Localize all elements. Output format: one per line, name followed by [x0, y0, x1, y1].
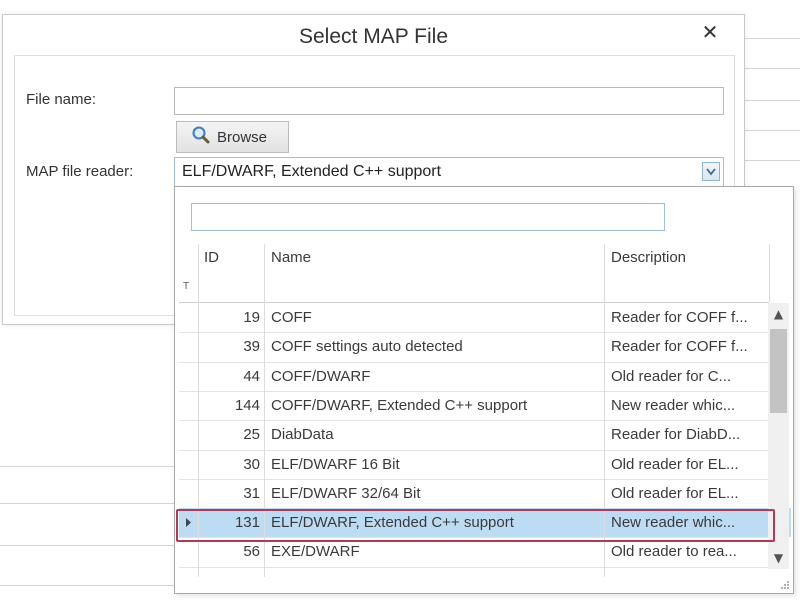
row-description-cell: Old reader for C... [611, 367, 732, 385]
row-name-cell: COFF settings auto detected [271, 338, 463, 356]
magnifier-icon [191, 125, 211, 149]
file-name-label: File name: [26, 91, 97, 108]
row-indicator-cell [179, 391, 198, 420]
row-name-cell: COFF/DWARF, Extended C++ support [271, 396, 528, 414]
background-line [0, 466, 176, 467]
row-divider [179, 566, 769, 568]
row-indicator-cell [179, 362, 198, 391]
scroll-up-button[interactable]: ▲ [768, 305, 789, 323]
triangle-right-icon [186, 518, 191, 528]
grid-header-row: ID Name Description [179, 244, 791, 272]
map-file-reader-label: MAP file reader: [26, 163, 134, 180]
scroll-down-button[interactable]: ▼ [768, 549, 789, 567]
filter-cell-id[interactable] [198, 272, 265, 302]
table-row[interactable]: 44 COFF/DWARF Old reader for C... [179, 362, 791, 391]
grid-vline [604, 244, 605, 577]
dropdown-search-input[interactable] [191, 203, 665, 231]
row-id-cell: 30 [243, 455, 260, 473]
row-id-cell: 44 [243, 367, 260, 385]
column-header-name[interactable]: Name [271, 244, 604, 272]
filter-cell-description[interactable] [605, 272, 769, 302]
close-button[interactable]: ✕ [698, 19, 722, 45]
table-row[interactable]: 144 COFF/DWARF, Extended C++ support New r… [179, 391, 791, 420]
header-indicator-cell [179, 244, 198, 272]
table-row[interactable]: 56 EXE/DWARF Old reader to rea... [179, 537, 791, 566]
table-row[interactable]: 25 DiabData Reader for DiabD... [179, 420, 791, 449]
row-description-cell: Reader for DiabD... [611, 426, 741, 444]
grid-vline [264, 244, 265, 577]
row-name-cell: ELF/DWARF 32/64 Bit [271, 484, 421, 502]
table-row[interactable]: 31 ELF/DWARF 32/64 Bit Old reader for EL..… [179, 479, 791, 508]
row-id-cell: 144 [234, 396, 260, 414]
table-row[interactable]: 39 COFF settings auto detected Reader for … [179, 332, 791, 361]
scroll-thumb[interactable] [770, 329, 787, 413]
file-name-input[interactable] [174, 87, 724, 115]
row-description-cell: New reader whic... [611, 514, 736, 532]
row-id-cell: 25 [243, 426, 260, 444]
background-line [745, 100, 800, 101]
row-indicator-cell [179, 303, 198, 332]
background-line [745, 160, 800, 161]
background-line [0, 585, 176, 586]
grid-vline [198, 244, 199, 577]
grid-filter-row: T [179, 272, 791, 302]
row-id-cell: 56 [243, 543, 260, 561]
browse-button[interactable]: Browse [176, 121, 289, 153]
row-indicator-cell [179, 479, 198, 508]
row-indicator-cell [179, 420, 198, 449]
row-description-cell: Old reader to rea... [611, 543, 737, 561]
table-row[interactable]: 19 COFF Reader for COFF f... [179, 303, 791, 332]
row-name-cell: COFF [271, 309, 312, 326]
row-id-cell: 19 [243, 309, 260, 326]
row-indicator-cell [179, 537, 198, 566]
filter-icon[interactable]: T [183, 272, 197, 302]
row-description-cell: Old reader for EL... [611, 455, 739, 473]
table-row[interactable]: 131 ELF/DWARF, Extended C++ support New re… [179, 508, 791, 538]
resize-grip-icon[interactable] [780, 580, 790, 590]
map-file-reader-select[interactable]: ELF/DWARF, Extended C++ support [174, 157, 724, 187]
row-indicator-cell [179, 450, 198, 479]
background-line [745, 68, 800, 69]
column-header-id[interactable]: ID [204, 244, 264, 272]
background-line [0, 503, 176, 504]
row-name-cell: EXE/DWARF [271, 543, 360, 561]
row-name-cell: DiabData [271, 426, 334, 444]
row-description-cell: Reader for COFF f... [611, 338, 748, 356]
row-indicator-cell [179, 332, 198, 361]
dialog-title: Select MAP File [299, 25, 448, 48]
filter-cell-name[interactable] [265, 272, 605, 302]
background-line [745, 130, 800, 131]
map-file-reader-value: ELF/DWARF, Extended C++ support [182, 163, 442, 180]
browse-button-label: Browse [217, 128, 268, 146]
row-id-cell: 131 [234, 514, 260, 532]
row-name-cell: ELF/DWARF 16 Bit [271, 455, 400, 473]
reader-dropdown-popup: ID Name Description T 19 COFF Reader for C… [174, 186, 794, 594]
row-description-cell: New reader whic... [611, 396, 736, 414]
row-name-cell: COFF/DWARF [271, 367, 371, 385]
background-line [0, 545, 176, 546]
row-id-cell: 31 [243, 484, 260, 502]
reader-grid: ID Name Description T 19 COFF Reader for C… [179, 244, 791, 577]
chevron-down-icon[interactable] [702, 162, 720, 181]
grid-vline [769, 244, 770, 302]
column-header-description[interactable]: Description [611, 244, 769, 272]
grid-scrollbar[interactable]: ▲ ▼ [768, 303, 789, 569]
row-name-cell: ELF/DWARF, Extended C++ support [271, 514, 514, 532]
background-line [745, 38, 800, 39]
row-description-cell: Reader for COFF f... [611, 309, 748, 326]
row-id-cell: 39 [243, 338, 260, 356]
row-description-cell: Old reader for EL... [611, 484, 739, 502]
table-row[interactable]: 30 ELF/DWARF 16 Bit Old reader for EL... [179, 450, 791, 479]
row-indicator-cell [179, 508, 198, 537]
